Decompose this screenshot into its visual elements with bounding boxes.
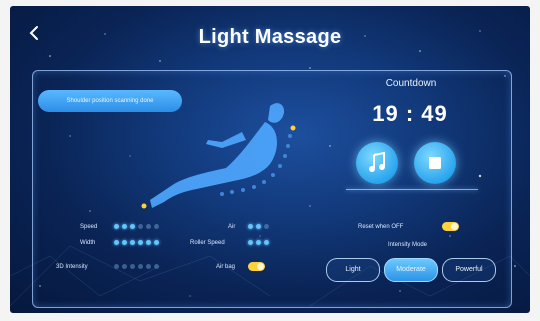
speed-level-dots[interactable]	[114, 222, 159, 230]
level-dot	[122, 263, 127, 269]
intensity-light-button[interactable]: Light	[326, 258, 380, 282]
level-dot	[138, 239, 143, 245]
level-dot	[264, 223, 269, 229]
level-dot	[256, 239, 261, 245]
air-bag-toggle[interactable]	[248, 262, 265, 271]
level-dot	[154, 263, 159, 269]
reset-when-off-toggle[interactable]	[442, 222, 459, 231]
roller-speed-label: Roller Speed	[190, 240, 225, 246]
stop-icon	[429, 157, 441, 169]
level-dot	[130, 263, 135, 269]
divider-line	[346, 189, 478, 190]
countdown-timer: 19 : 49	[372, 101, 448, 126]
level-dot	[154, 239, 159, 245]
level-dot	[146, 263, 151, 269]
intensity-powerful-button[interactable]: Powerful	[442, 258, 496, 282]
level-dot	[154, 223, 159, 229]
level-dot	[248, 239, 253, 245]
intensity-moderate-button[interactable]: Moderate	[384, 258, 438, 282]
level-dot	[114, 263, 119, 269]
width-level-dots[interactable]	[114, 238, 159, 246]
level-dot	[138, 223, 143, 229]
level-dot	[138, 263, 143, 269]
width-label: Width	[80, 240, 96, 246]
level-dot	[146, 239, 151, 245]
level-dot	[130, 239, 135, 245]
page-title: Light Massage	[198, 26, 342, 48]
air-label: Air	[228, 224, 236, 230]
screen: Light Massage Shoulder position scanning…	[10, 6, 530, 313]
level-dot	[248, 223, 253, 229]
level-dot	[114, 223, 119, 229]
level-dot	[122, 223, 127, 229]
level-dot	[130, 223, 135, 229]
toggle-knob	[451, 223, 458, 230]
roller-speed-level-dots[interactable]	[248, 238, 269, 246]
air-bag-label: Air bag	[216, 264, 236, 270]
stop-button[interactable]	[414, 142, 456, 184]
level-dot	[114, 239, 119, 245]
music-icon	[369, 151, 385, 172]
toggle-knob	[257, 263, 264, 270]
level-dot	[264, 239, 269, 245]
reset-when-off-label: Reset when OFF	[358, 224, 404, 230]
music-button[interactable]	[356, 142, 398, 184]
level-dot	[146, 223, 151, 229]
level-dot	[122, 239, 127, 245]
3d-intensity-level-dots[interactable]	[114, 262, 159, 270]
3d-intensity-label: 3D Intensity	[56, 264, 88, 270]
level-dot	[256, 223, 261, 229]
speed-label: Speed	[80, 224, 98, 230]
air-level-dots[interactable]	[248, 222, 269, 230]
body-posture-figure	[141, 103, 296, 209]
countdown-label: Countdown	[385, 78, 437, 89]
intensity-mode-label: Intensity Mode	[388, 242, 428, 248]
